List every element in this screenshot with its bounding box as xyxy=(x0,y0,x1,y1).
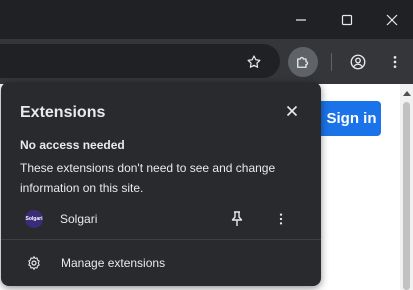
section-heading: No access needed xyxy=(20,138,125,152)
window-close-button[interactable] xyxy=(369,0,413,39)
gear-icon xyxy=(25,254,43,272)
profile-button[interactable] xyxy=(343,47,373,77)
pin-icon xyxy=(231,211,243,226)
kebab-menu-icon xyxy=(279,213,283,225)
puzzle-icon xyxy=(297,56,309,68)
kebab-menu-icon xyxy=(393,56,397,68)
bookmark-button[interactable] xyxy=(239,47,269,77)
browser-menu-button[interactable] xyxy=(380,47,410,77)
pin-extension-button[interactable] xyxy=(225,207,249,231)
maximize-icon xyxy=(341,14,353,25)
close-icon xyxy=(286,105,298,117)
popup-divider xyxy=(1,239,321,240)
popup-title: Extensions xyxy=(20,104,106,121)
window-titlebar xyxy=(0,0,413,39)
section-description: These extensions don't need to see and c… xyxy=(20,161,276,195)
scroll-up-arrow-icon[interactable] xyxy=(403,90,411,96)
extensions-popup: Extensions No access needed These extens… xyxy=(1,82,321,286)
star-icon xyxy=(247,55,261,68)
solgari-logo-icon: Solgari xyxy=(25,210,43,228)
manage-extensions-label: Manage extensions xyxy=(61,256,166,270)
address-bar[interactable] xyxy=(0,44,280,78)
scrollbar-thumb[interactable] xyxy=(403,102,410,290)
minimize-icon xyxy=(296,18,306,21)
minimize-button[interactable] xyxy=(278,0,324,39)
profile-icon xyxy=(350,54,366,70)
close-icon xyxy=(386,14,398,25)
popup-close-button[interactable] xyxy=(280,99,304,123)
toolbar-separator xyxy=(331,53,332,71)
extension-name: Solgari xyxy=(60,212,98,226)
extension-more-options-button[interactable] xyxy=(269,207,293,231)
maximize-button[interactable] xyxy=(324,0,370,39)
extension-row[interactable]: Solgari Solgari xyxy=(9,204,313,234)
manage-extensions-button[interactable]: Manage extensions xyxy=(9,249,313,277)
extensions-button[interactable] xyxy=(288,47,318,77)
